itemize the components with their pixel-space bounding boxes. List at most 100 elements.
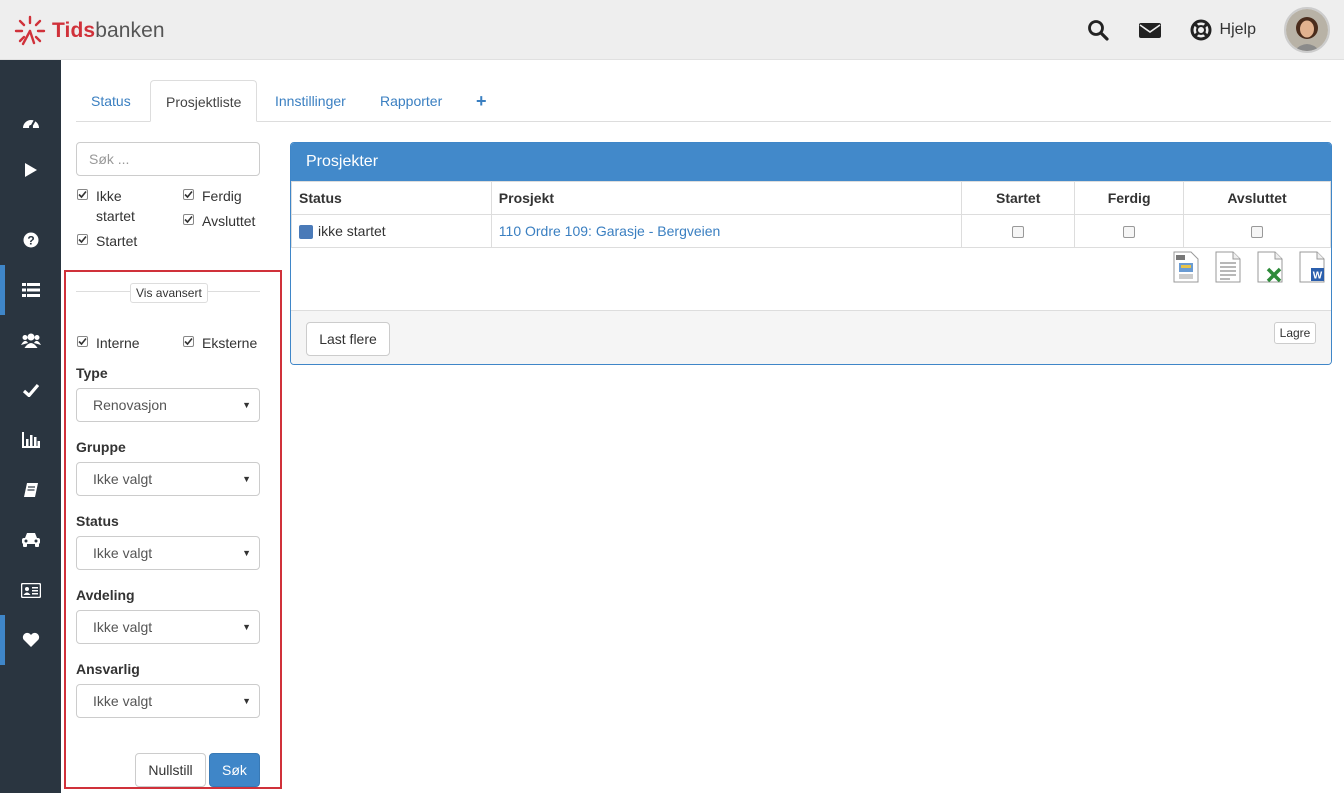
group-value: Ikke valgt [93, 471, 153, 487]
checkbox-box[interactable] [183, 214, 194, 225]
side-nav: ? [0, 60, 61, 793]
finished-cell [1074, 214, 1185, 248]
status-label: Status [76, 513, 119, 529]
checkbox-label: Ikke startet [96, 188, 135, 224]
play-icon[interactable] [0, 145, 61, 195]
heart-icon[interactable] [0, 615, 61, 665]
reset-button[interactable]: Nullstill [135, 753, 206, 787]
export-icons: W [1159, 251, 1327, 283]
logo[interactable]: Tidsbanken [14, 14, 165, 48]
department-label: Avdeling [76, 587, 135, 603]
dashboard-icon[interactable] [0, 97, 61, 147]
caret-down-icon: ▼ [242, 696, 251, 706]
check-icon[interactable] [0, 365, 61, 415]
group-select[interactable]: Ikke valgt ▼ [76, 462, 260, 496]
checkbox-eksterne[interactable]: Eksterne [183, 333, 257, 353]
table-row: ikke startet 110 Ordre 109: Garasje - Be… [291, 214, 1331, 248]
load-more-button[interactable]: Last flere [306, 322, 390, 356]
search-input[interactable] [76, 142, 260, 176]
status-cell: ikke startet [291, 214, 492, 248]
logo-icon [14, 15, 46, 46]
print-icon[interactable] [1171, 251, 1201, 283]
avatar[interactable] [1284, 7, 1330, 53]
started-checkbox[interactable] [1012, 226, 1025, 239]
checkbox-box[interactable] [183, 336, 194, 347]
status-value: Ikke valgt [93, 545, 153, 561]
column-header-finished[interactable]: Ferdig [1074, 181, 1185, 215]
search-icon[interactable] [1086, 18, 1110, 42]
projects-table: Status Prosjekt Startet Ferdig Avsluttet… [291, 181, 1331, 248]
checkbox-ikke-startet[interactable]: Ikke startet [77, 186, 157, 226]
add-tab-button[interactable]: + [476, 80, 487, 122]
column-header-project[interactable]: Prosjekt [490, 181, 963, 215]
help-label: Hjelp [1219, 21, 1256, 38]
group-label: Gruppe [76, 439, 126, 455]
id-card-icon[interactable] [0, 565, 61, 615]
tab-prosjektliste[interactable]: Prosjektliste [150, 80, 258, 122]
tab-status[interactable]: Status [76, 80, 146, 122]
type-value: Renovasjon [93, 397, 167, 413]
bar-chart-icon[interactable] [0, 415, 61, 465]
list-icon[interactable] [0, 265, 61, 315]
excel-icon[interactable] [1255, 251, 1285, 283]
checkbox-avsluttet[interactable]: Avsluttet [183, 211, 255, 231]
checkbox-box[interactable] [77, 189, 88, 200]
checkbox-label: Eksterne [202, 335, 258, 351]
search-button[interactable]: Søk [209, 753, 260, 787]
started-cell [961, 214, 1076, 248]
finished-checkbox[interactable] [1123, 226, 1136, 239]
word-icon[interactable]: W [1297, 251, 1327, 283]
status-text: ikke startet [318, 222, 386, 239]
table-header-row: Status Prosjekt Startet Ferdig Avsluttet [291, 181, 1331, 215]
closed-checkbox[interactable] [1251, 226, 1264, 239]
panel-title: Prosjekter [291, 143, 1331, 181]
caret-down-icon: ▼ [242, 622, 251, 632]
checkbox-label: Ferdig [202, 188, 242, 204]
checkbox-interne[interactable]: Interne [77, 333, 140, 353]
checkbox-box[interactable] [183, 189, 194, 200]
checkbox-box[interactable] [77, 336, 88, 347]
checkbox-ferdig[interactable]: Ferdig [183, 186, 242, 206]
department-select[interactable]: Ikke valgt ▼ [76, 610, 260, 644]
svg-text:W: W [1313, 271, 1323, 282]
responsible-value: Ikke valgt [93, 693, 153, 709]
svg-text:?: ? [27, 234, 34, 248]
caret-down-icon: ▼ [242, 548, 251, 558]
project-link[interactable]: 110 Ordre 109: Garasje - Bergveien [499, 223, 721, 239]
department-value: Ikke valgt [93, 619, 153, 635]
column-header-closed[interactable]: Avsluttet [1183, 181, 1331, 215]
panel-footer: Last flere Lagre [291, 310, 1331, 364]
checkbox-label: Startet [96, 233, 138, 249]
users-icon[interactable] [0, 315, 61, 365]
tab-rapporter[interactable]: Rapporter [365, 80, 457, 122]
brand-name: Tidsbanken [52, 19, 165, 42]
lifebuoy-icon [1190, 19, 1212, 41]
show-advanced-button[interactable]: Vis avansert [130, 283, 208, 303]
caret-down-icon: ▼ [242, 400, 251, 410]
book-icon[interactable] [0, 465, 61, 515]
document-icon[interactable] [1213, 251, 1243, 283]
checkbox-label: Interne [96, 335, 140, 351]
checkbox-box[interactable] [77, 234, 88, 245]
type-label: Type [76, 365, 108, 381]
column-header-started[interactable]: Startet [961, 181, 1076, 215]
tab-bar: Status Prosjektliste Innstillinger Rappo… [76, 80, 1331, 122]
column-header-status[interactable]: Status [291, 181, 492, 215]
responsible-select[interactable]: Ikke valgt ▼ [76, 684, 260, 718]
projects-panel: Prosjekter Status Prosjekt Startet Ferdi… [290, 142, 1332, 365]
save-button[interactable]: Lagre [1274, 322, 1316, 344]
checkbox-label: Avsluttet [202, 213, 256, 229]
tab-innstillinger[interactable]: Innstillinger [260, 80, 361, 122]
question-icon[interactable]: ? [0, 215, 61, 265]
help-link[interactable]: Hjelp [1190, 19, 1256, 41]
responsible-label: Ansvarlig [76, 661, 140, 677]
type-select[interactable]: Renovasjon ▼ [76, 388, 260, 422]
top-bar: Tidsbanken Hjelp [0, 0, 1344, 60]
envelope-icon[interactable] [1138, 18, 1162, 42]
car-icon[interactable] [0, 515, 61, 565]
closed-cell [1183, 214, 1331, 248]
checkbox-startet[interactable]: Startet [77, 231, 137, 251]
project-cell: 110 Ordre 109: Garasje - Bergveien [490, 214, 963, 248]
status-select[interactable]: Ikke valgt ▼ [76, 536, 260, 570]
caret-down-icon: ▼ [242, 474, 251, 484]
